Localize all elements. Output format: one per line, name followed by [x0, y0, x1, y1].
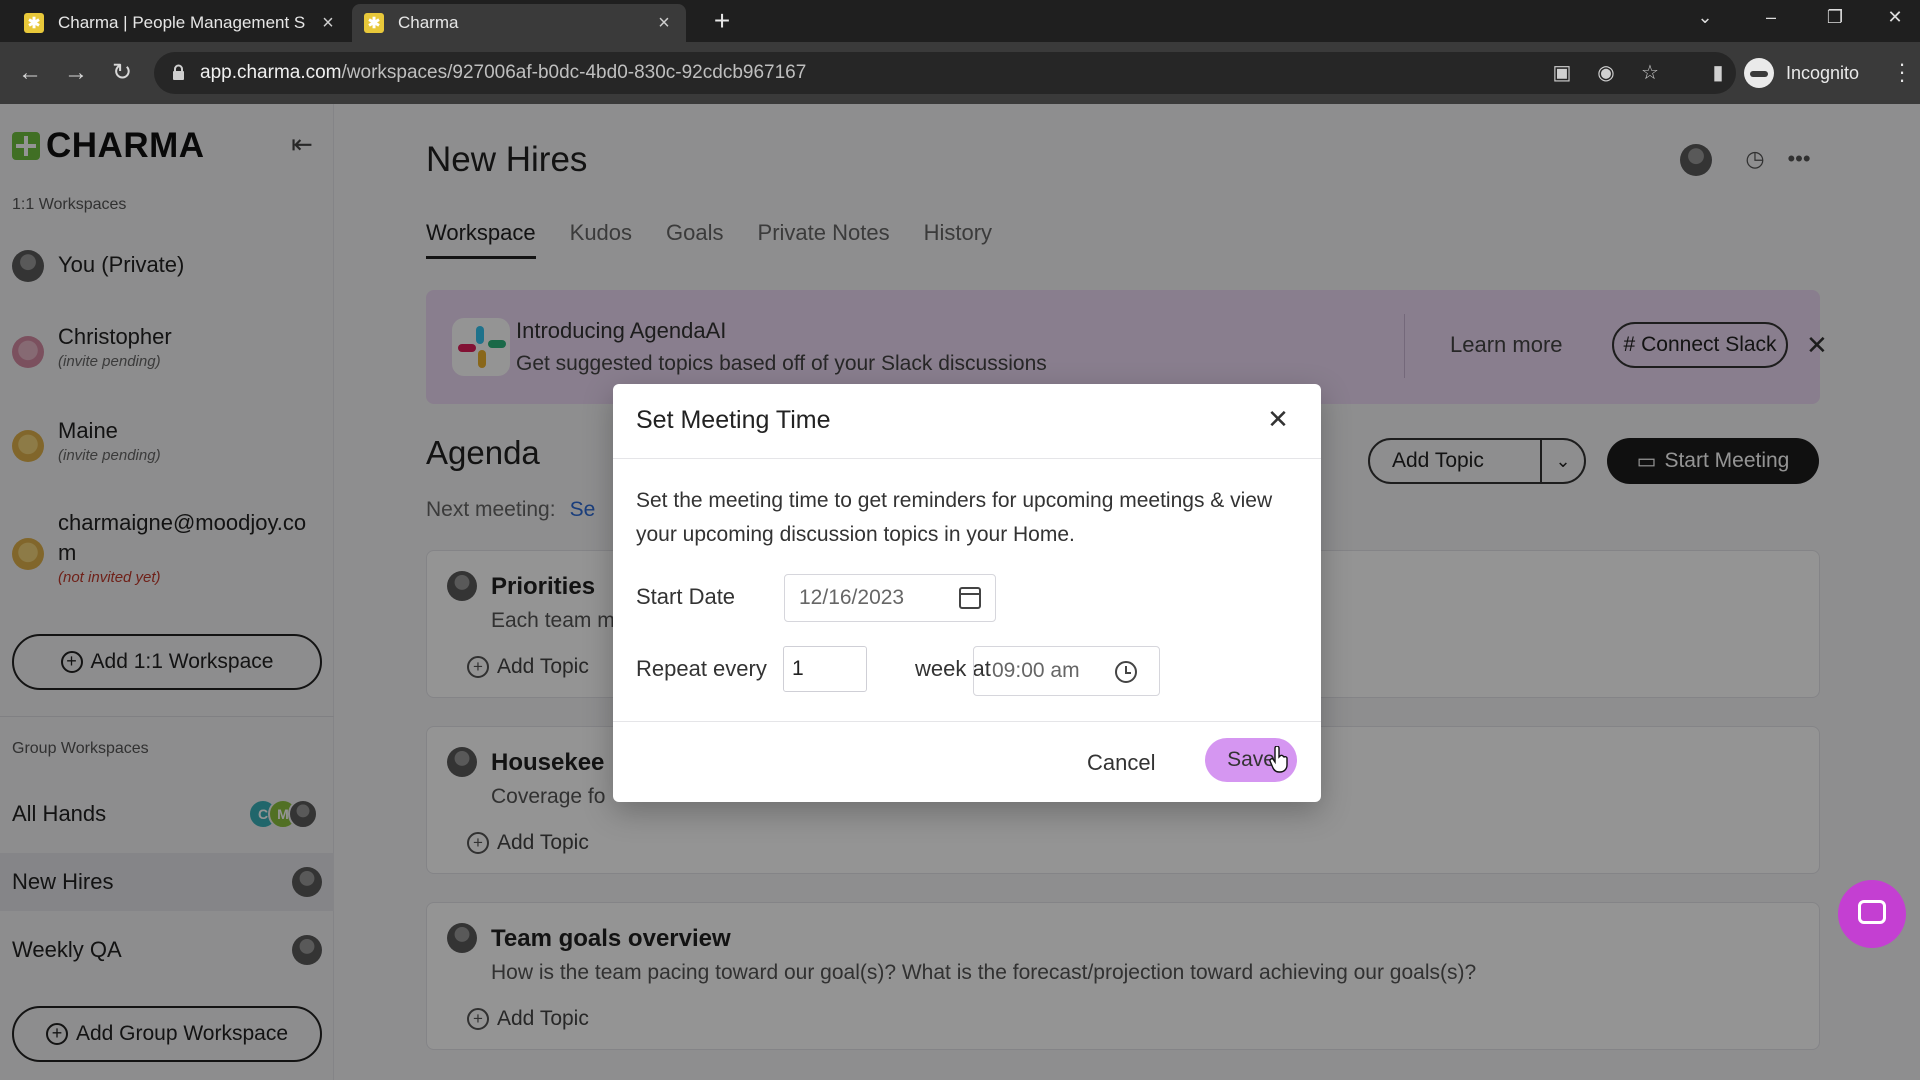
- close-window-icon[interactable]: ✕: [1870, 0, 1920, 36]
- charma-favicon-icon: ✱: [24, 13, 44, 33]
- dialog-footer-divider: [613, 721, 1321, 722]
- calendar-icon[interactable]: [959, 587, 981, 609]
- dialog-header-divider: [613, 458, 1321, 459]
- tab-title: Charma | People Management S: [58, 13, 306, 32]
- back-arrow-icon[interactable]: ←: [14, 57, 46, 89]
- tab-close-icon[interactable]: ×: [318, 12, 338, 35]
- browser-tab-charma-people[interactable]: ✱ Charma | People Management S ×: [12, 4, 350, 42]
- time-value: 09:00 am: [992, 659, 1080, 682]
- start-date-input[interactable]: 12/16/2023: [784, 574, 996, 622]
- tab-title: Charma: [398, 13, 459, 32]
- close-dialog-icon[interactable]: ✕: [1263, 404, 1293, 434]
- clock-icon[interactable]: [1115, 661, 1137, 683]
- browser-tab-strip: ✱ Charma | People Management S × ✱ Charm…: [0, 0, 1920, 42]
- hand-pointer-cursor-icon: [1269, 746, 1288, 773]
- eye-off-icon[interactable]: ◉: [1594, 61, 1618, 85]
- charma-favicon-icon: ✱: [364, 13, 384, 33]
- incognito-profile[interactable]: Incognito: [1744, 54, 1859, 92]
- incognito-label: Incognito: [1786, 62, 1860, 83]
- set-meeting-time-dialog: Set Meeting Time ✕ Set the meeting time …: [613, 384, 1321, 802]
- dialog-title: Set Meeting Time: [636, 406, 831, 434]
- cancel-button[interactable]: Cancel: [1087, 750, 1155, 776]
- tab-close-icon[interactable]: ×: [654, 12, 674, 35]
- address-bar[interactable]: app.charma.com/workspaces/927006af-b0dc-…: [154, 52, 1736, 94]
- chat-bubble-icon: [1858, 900, 1886, 924]
- lock-icon: [173, 64, 184, 80]
- dialog-description: Set the meeting time to get reminders fo…: [636, 489, 1273, 546]
- tab-search-chevron-icon[interactable]: ⌄: [1680, 0, 1730, 36]
- minimize-icon[interactable]: –: [1746, 0, 1796, 36]
- forward-arrow-icon[interactable]: →: [60, 57, 92, 89]
- new-tab-plus-icon[interactable]: +: [705, 4, 739, 38]
- star-bookmark-icon[interactable]: ☆: [1638, 61, 1662, 85]
- start-date-label: Start Date: [636, 584, 736, 609]
- start-date-value: 12/16/2023: [799, 586, 905, 609]
- browser-toolbar: ← → ↻ app.charma.com/workspaces/927006af…: [0, 42, 1920, 104]
- repeat-count-input[interactable]: [783, 646, 867, 692]
- incognito-icon: [1744, 58, 1774, 88]
- browser-menu-dots-icon[interactable]: · · ·: [1896, 53, 1908, 91]
- repeat-every-label: Repeat every: [636, 656, 767, 681]
- side-panel-icon[interactable]: ▮: [1706, 61, 1730, 85]
- reload-icon[interactable]: ↻: [106, 57, 138, 89]
- camera-blocked-icon[interactable]: ▣: [1550, 61, 1574, 85]
- chat-launcher-button[interactable]: [1838, 880, 1906, 948]
- meeting-time-input[interactable]: 09:00 am: [973, 646, 1160, 696]
- restore-icon[interactable]: ❐: [1810, 0, 1860, 36]
- browser-tab-charma[interactable]: ✱ Charma ×: [352, 4, 686, 42]
- url-text: app.charma.com/workspaces/927006af-b0dc-…: [200, 62, 807, 83]
